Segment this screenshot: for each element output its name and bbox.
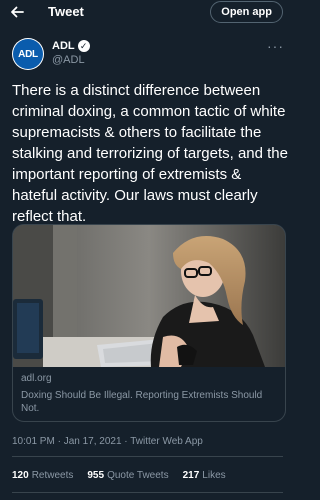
retweets-stat[interactable]: 120 Retweets — [12, 470, 73, 481]
verified-badge-icon: ✓ — [77, 40, 90, 52]
card-text-area: adl.org Doxing Should Be Illegal. Report… — [13, 367, 285, 421]
card-domain: adl.org — [21, 373, 52, 384]
tweet-header: ADL ADL ✓ @ADL ··· — [12, 38, 284, 70]
divider — [12, 456, 283, 457]
author-handle[interactable]: @ADL — [52, 54, 85, 66]
author-name: ADL — [52, 40, 75, 52]
author-name-row[interactable]: ADL ✓ — [52, 40, 90, 52]
likes-stat[interactable]: 217 Likes — [183, 470, 226, 481]
more-options-icon[interactable]: ··· — [267, 38, 284, 54]
back-arrow-icon[interactable] — [10, 5, 24, 19]
avatar[interactable]: ADL — [12, 38, 44, 70]
open-app-button[interactable]: Open app — [210, 1, 283, 23]
top-bar: Tweet Open app — [0, 0, 295, 24]
tweet-stats: 120 Retweets 955 Quote Tweets 217 Likes — [12, 470, 226, 481]
divider — [12, 492, 283, 493]
link-card[interactable]: adl.org Doxing Should Be Illegal. Report… — [12, 224, 286, 422]
quote-tweets-stat[interactable]: 955 Quote Tweets — [87, 470, 168, 481]
page-title: Tweet — [48, 4, 84, 19]
card-image — [13, 225, 285, 367]
avatar-logo: ADL — [13, 39, 43, 69]
card-title[interactable]: Doxing Should Be Illegal. Reporting Extr… — [21, 389, 273, 415]
tweet-timestamp[interactable]: 10:01 PM · Jan 17, 2021 · Twitter Web Ap… — [12, 436, 203, 447]
tweet-text: There is a distinct difference between c… — [12, 82, 288, 225]
